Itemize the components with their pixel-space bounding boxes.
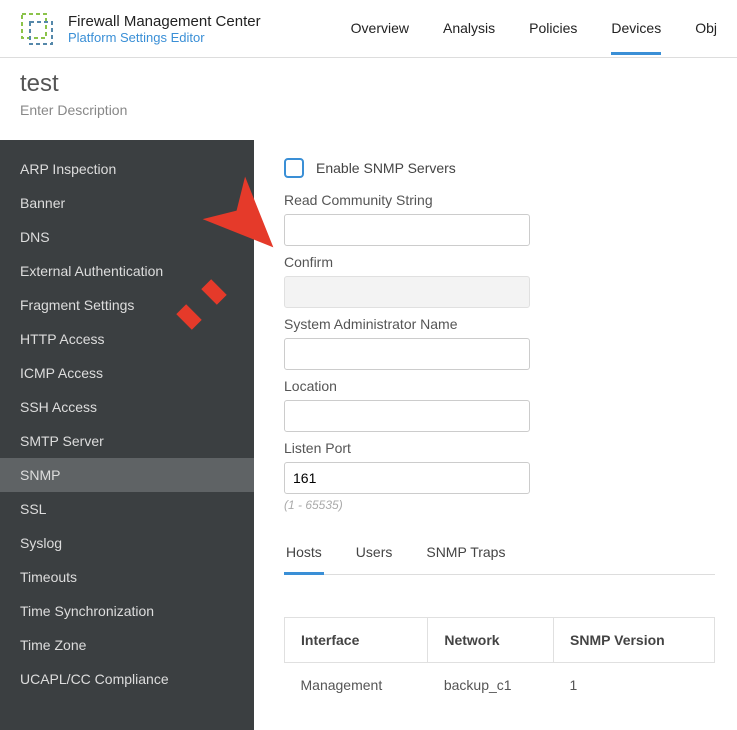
page-title: test [20, 70, 717, 98]
cell-interface: Management [285, 663, 428, 708]
nav-overview[interactable]: Overview [351, 2, 409, 55]
sidebar-item-http-access[interactable]: HTTP Access [0, 322, 254, 356]
read-community-label: Read Community String [284, 192, 715, 208]
sidebar-item-timeouts[interactable]: Timeouts [0, 560, 254, 594]
tab-hosts[interactable]: Hosts [284, 534, 324, 575]
enable-snmp-row: Enable SNMP Servers [284, 158, 715, 178]
sidebar-item-snmp[interactable]: SNMP [0, 458, 254, 492]
page-description[interactable]: Enter Description [20, 102, 717, 118]
cell-version: 1 [554, 663, 715, 708]
subheader: test Enter Description [0, 58, 737, 140]
sidebar-item-banner[interactable]: Banner [0, 186, 254, 220]
main-panel: Enable SNMP Servers Read Community Strin… [254, 140, 737, 730]
sidebar-item-time-zone[interactable]: Time Zone [0, 628, 254, 662]
read-community-input[interactable] [284, 214, 530, 246]
sidebar-item-ssh-access[interactable]: SSH Access [0, 390, 254, 424]
hosts-table: Interface Network SNMP Version Managemen… [284, 617, 715, 707]
sidebar-item-time-synchronization[interactable]: Time Synchronization [0, 594, 254, 628]
tab-snmp-traps[interactable]: SNMP Traps [424, 534, 507, 575]
sidebar-item-smtp-server[interactable]: SMTP Server [0, 424, 254, 458]
subtabs: Hosts Users SNMP Traps [284, 534, 715, 575]
body-container: ARP Inspection Banner DNS External Authe… [0, 140, 737, 730]
enable-snmp-checkbox[interactable] [284, 158, 304, 178]
nav-analysis[interactable]: Analysis [443, 2, 495, 55]
sidebar-item-syslog[interactable]: Syslog [0, 526, 254, 560]
header: Firewall Management Center Platform Sett… [0, 0, 737, 58]
brand-title: Firewall Management Center [68, 13, 261, 30]
brand-subtitle[interactable]: Platform Settings Editor [68, 30, 261, 45]
location-label: Location [284, 378, 715, 394]
nav-objects[interactable]: Obj [695, 2, 717, 55]
sysadmin-label: System Administrator Name [284, 316, 715, 332]
nav-devices[interactable]: Devices [611, 2, 661, 55]
listen-port-label: Listen Port [284, 440, 715, 456]
sidebar: ARP Inspection Banner DNS External Authe… [0, 140, 254, 730]
table-row[interactable]: Management backup_c1 1 [285, 663, 715, 708]
sidebar-item-external-authentication[interactable]: External Authentication [0, 254, 254, 288]
sidebar-item-ssl[interactable]: SSL [0, 492, 254, 526]
sidebar-item-dns[interactable]: DNS [0, 220, 254, 254]
top-nav: Overview Analysis Policies Devices Obj [351, 0, 717, 57]
sidebar-item-ucapl-cc-compliance[interactable]: UCAPL/CC Compliance [0, 662, 254, 696]
location-input[interactable] [284, 400, 530, 432]
app-logo-icon [20, 12, 54, 46]
tab-users[interactable]: Users [354, 534, 395, 575]
enable-snmp-label: Enable SNMP Servers [316, 160, 456, 176]
th-snmp-version: SNMP Version [554, 618, 715, 663]
confirm-label: Confirm [284, 254, 715, 270]
th-network: Network [428, 618, 554, 663]
table-header-row: Interface Network SNMP Version [285, 618, 715, 663]
confirm-input[interactable] [284, 276, 530, 308]
cell-network: backup_c1 [428, 663, 554, 708]
sidebar-item-arp-inspection[interactable]: ARP Inspection [0, 152, 254, 186]
th-interface: Interface [285, 618, 428, 663]
sysadmin-input[interactable] [284, 338, 530, 370]
nav-policies[interactable]: Policies [529, 2, 577, 55]
listen-port-input[interactable] [284, 462, 530, 494]
listen-port-hint: (1 - 65535) [284, 498, 715, 512]
brand-block: Firewall Management Center Platform Sett… [68, 13, 261, 45]
sidebar-item-fragment-settings[interactable]: Fragment Settings [0, 288, 254, 322]
sidebar-item-icmp-access[interactable]: ICMP Access [0, 356, 254, 390]
